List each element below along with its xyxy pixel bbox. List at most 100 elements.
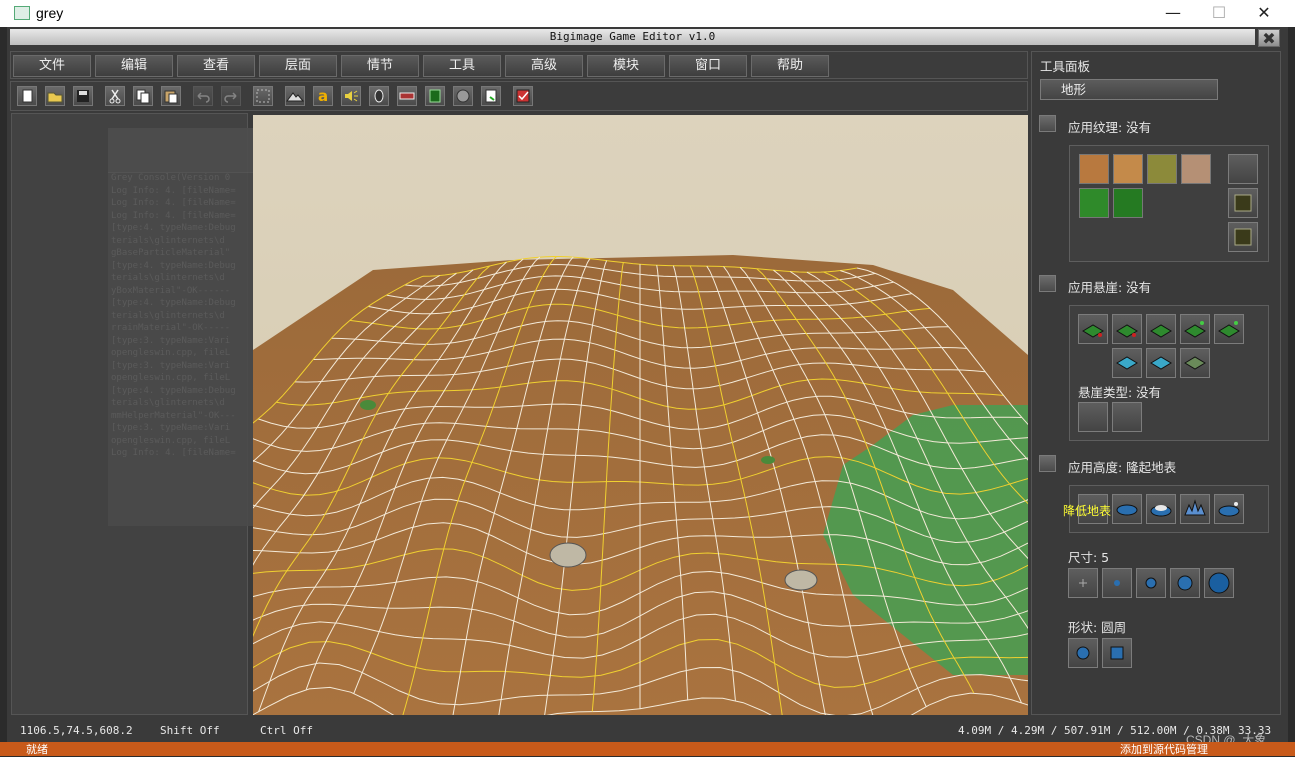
menu-window[interactable]: 窗口 [669, 55, 747, 77]
texture-tile-grass-dirt[interactable] [1147, 154, 1177, 184]
app-title: Bigimage Game Editor v1.0 [10, 29, 1255, 45]
console-line: opengleswin.cpp, fileL [111, 373, 231, 383]
size-1-icon[interactable] [1068, 568, 1098, 598]
console-line: [type:4. typeName:Debug [111, 298, 236, 308]
cliff-type-1-button[interactable] [1078, 402, 1108, 432]
console-line: opengleswin.cpp, fileL [111, 348, 231, 358]
apply-cliff-checkbox[interactable] [1039, 275, 1056, 292]
console-line: terials\glinternets\d [111, 310, 225, 321]
apply-height-checkbox[interactable] [1039, 455, 1056, 472]
terrain-grid[interactable] [253, 115, 1028, 715]
cliff-up2-icon[interactable] [1214, 314, 1244, 344]
height-raise-icon[interactable] [1112, 494, 1142, 524]
region-icon[interactable] [425, 86, 445, 106]
console-header [108, 128, 258, 173]
close-button[interactable]: ✕ [1241, 0, 1287, 26]
menu-scenario[interactable]: 情节 [341, 55, 419, 77]
test-map-icon[interactable] [513, 86, 533, 106]
app-close-button[interactable]: ✖ [1258, 29, 1280, 48]
terrain-tool-icon[interactable] [285, 86, 305, 106]
console-line: gBaseParticleMaterial" [111, 248, 231, 258]
console-line: Grey Console(Version 0 [111, 173, 231, 183]
source-control-button[interactable]: 添加到源代码管理 [1120, 741, 1208, 757]
maximize-button[interactable]: ☐ [1196, 0, 1242, 26]
paste-icon[interactable] [161, 86, 181, 106]
menu-module[interactable]: 模块 [587, 55, 665, 77]
texture-tile-grass[interactable] [1079, 188, 1109, 218]
texture-tile-rocky[interactable] [1181, 154, 1211, 184]
unit-icon[interactable] [369, 86, 389, 106]
window-title: grey [36, 5, 64, 21]
status-bar: 1106.5,74.5,608.2 Shift Off Ctrl Off 4.0… [10, 719, 1281, 741]
console-line: [type:4. typeName:Debug [111, 260, 236, 271]
texture-pattern2-icon[interactable] [1228, 222, 1258, 252]
export-icon[interactable] [481, 86, 501, 106]
open-folder-icon[interactable] [45, 86, 65, 106]
menu-layer[interactable]: 层面 [259, 55, 337, 77]
cut-icon[interactable] [105, 86, 125, 106]
texture-blank-button[interactable] [1228, 154, 1258, 184]
map-viewport[interactable] [253, 115, 1028, 715]
console-line: terials\glinternets\d [111, 273, 225, 283]
menu-view[interactable]: 查看 [177, 55, 255, 77]
console-line: opengleswin.cpp, fileL [111, 435, 231, 446]
menu-edit[interactable]: 编辑 [95, 55, 173, 77]
save-icon[interactable] [73, 86, 93, 106]
size-5-icon[interactable] [1204, 568, 1234, 598]
console-line: Log Info: 4. [fileName= [111, 185, 236, 196]
size-2-icon[interactable] [1102, 568, 1132, 598]
text-tool-icon[interactable]: a [313, 86, 333, 106]
cliff-water-icon[interactable] [1112, 348, 1142, 378]
status-shift: Shift Off [160, 724, 220, 737]
shape-circle-icon[interactable] [1068, 638, 1098, 668]
texture-tile-dirt-light[interactable] [1113, 154, 1143, 184]
height-noise-icon[interactable] [1180, 494, 1210, 524]
texture-pattern-icon[interactable] [1228, 188, 1258, 218]
toolbar: a [10, 81, 1028, 111]
texture-tile-dirt[interactable] [1079, 154, 1109, 184]
copy-icon[interactable] [133, 86, 153, 106]
height-plateau-icon[interactable] [1146, 494, 1176, 524]
cliff-lower-icon[interactable] [1078, 314, 1108, 344]
ide-status-strip: 就绪 添加到源代码管理 [0, 742, 1295, 756]
status-coords: 1106.5,74.5,608.2 [20, 724, 133, 737]
apply-cliff-label: 应用悬崖: 没有 [1068, 280, 1152, 295]
undo-icon[interactable] [193, 86, 213, 106]
menu-advanced[interactable]: 高级 [505, 55, 583, 77]
menu-bar: 文件 编辑 查看 层面 情节 工具 高级 模块 窗口 帮助 [10, 51, 1028, 79]
cliff-ramp-icon[interactable] [1180, 348, 1210, 378]
cliff-flat-icon[interactable] [1146, 314, 1176, 344]
tooltip-lower-terrain: 降低地表 [1063, 504, 1112, 518]
cliff-type-label: 悬崖类型: 没有 [1078, 385, 1162, 400]
cliff-deepwater-icon[interactable] [1146, 348, 1176, 378]
redo-icon[interactable] [221, 86, 241, 106]
minimize-button[interactable]: — [1150, 0, 1196, 26]
texture-tile-grass-dark[interactable] [1113, 188, 1143, 218]
console-line: [type:3. typeName:Vari [111, 360, 231, 371]
console-line: [type:3. typeName:Vari [111, 335, 231, 346]
menu-tools[interactable]: 工具 [423, 55, 501, 77]
sound-icon[interactable] [341, 86, 361, 106]
size-3-icon[interactable] [1136, 568, 1166, 598]
console-line: [type:3. typeName:Vari [111, 423, 231, 433]
app-window-icon [14, 6, 30, 20]
apply-texture-checkbox[interactable] [1039, 115, 1056, 132]
menu-file[interactable]: 文件 [13, 55, 91, 77]
terrain-button[interactable]: 地形 [1040, 79, 1218, 100]
cliff-up1-icon[interactable] [1180, 314, 1210, 344]
menu-help[interactable]: 帮助 [751, 55, 829, 77]
cliff-raise-icon[interactable] [1112, 314, 1142, 344]
console-line: terials\glinternets\d [111, 398, 225, 408]
height-smooth-icon[interactable] [1214, 494, 1244, 524]
console-line: mmHelperMaterial"-OK--- [111, 410, 236, 421]
camera-icon[interactable] [453, 86, 473, 106]
console-line: [type:4. typeName:Debug [111, 385, 236, 396]
select-icon[interactable] [253, 86, 273, 106]
shape-square-icon[interactable] [1102, 638, 1132, 668]
brush-shape-label: 形状: 圆周 [1068, 620, 1127, 635]
new-file-icon[interactable] [17, 86, 37, 106]
doodad-icon[interactable] [397, 86, 417, 106]
cliff-type-2-button[interactable] [1112, 402, 1142, 432]
size-4-icon[interactable] [1170, 568, 1200, 598]
console-line: [type:4. typeName:Debug [111, 223, 236, 233]
